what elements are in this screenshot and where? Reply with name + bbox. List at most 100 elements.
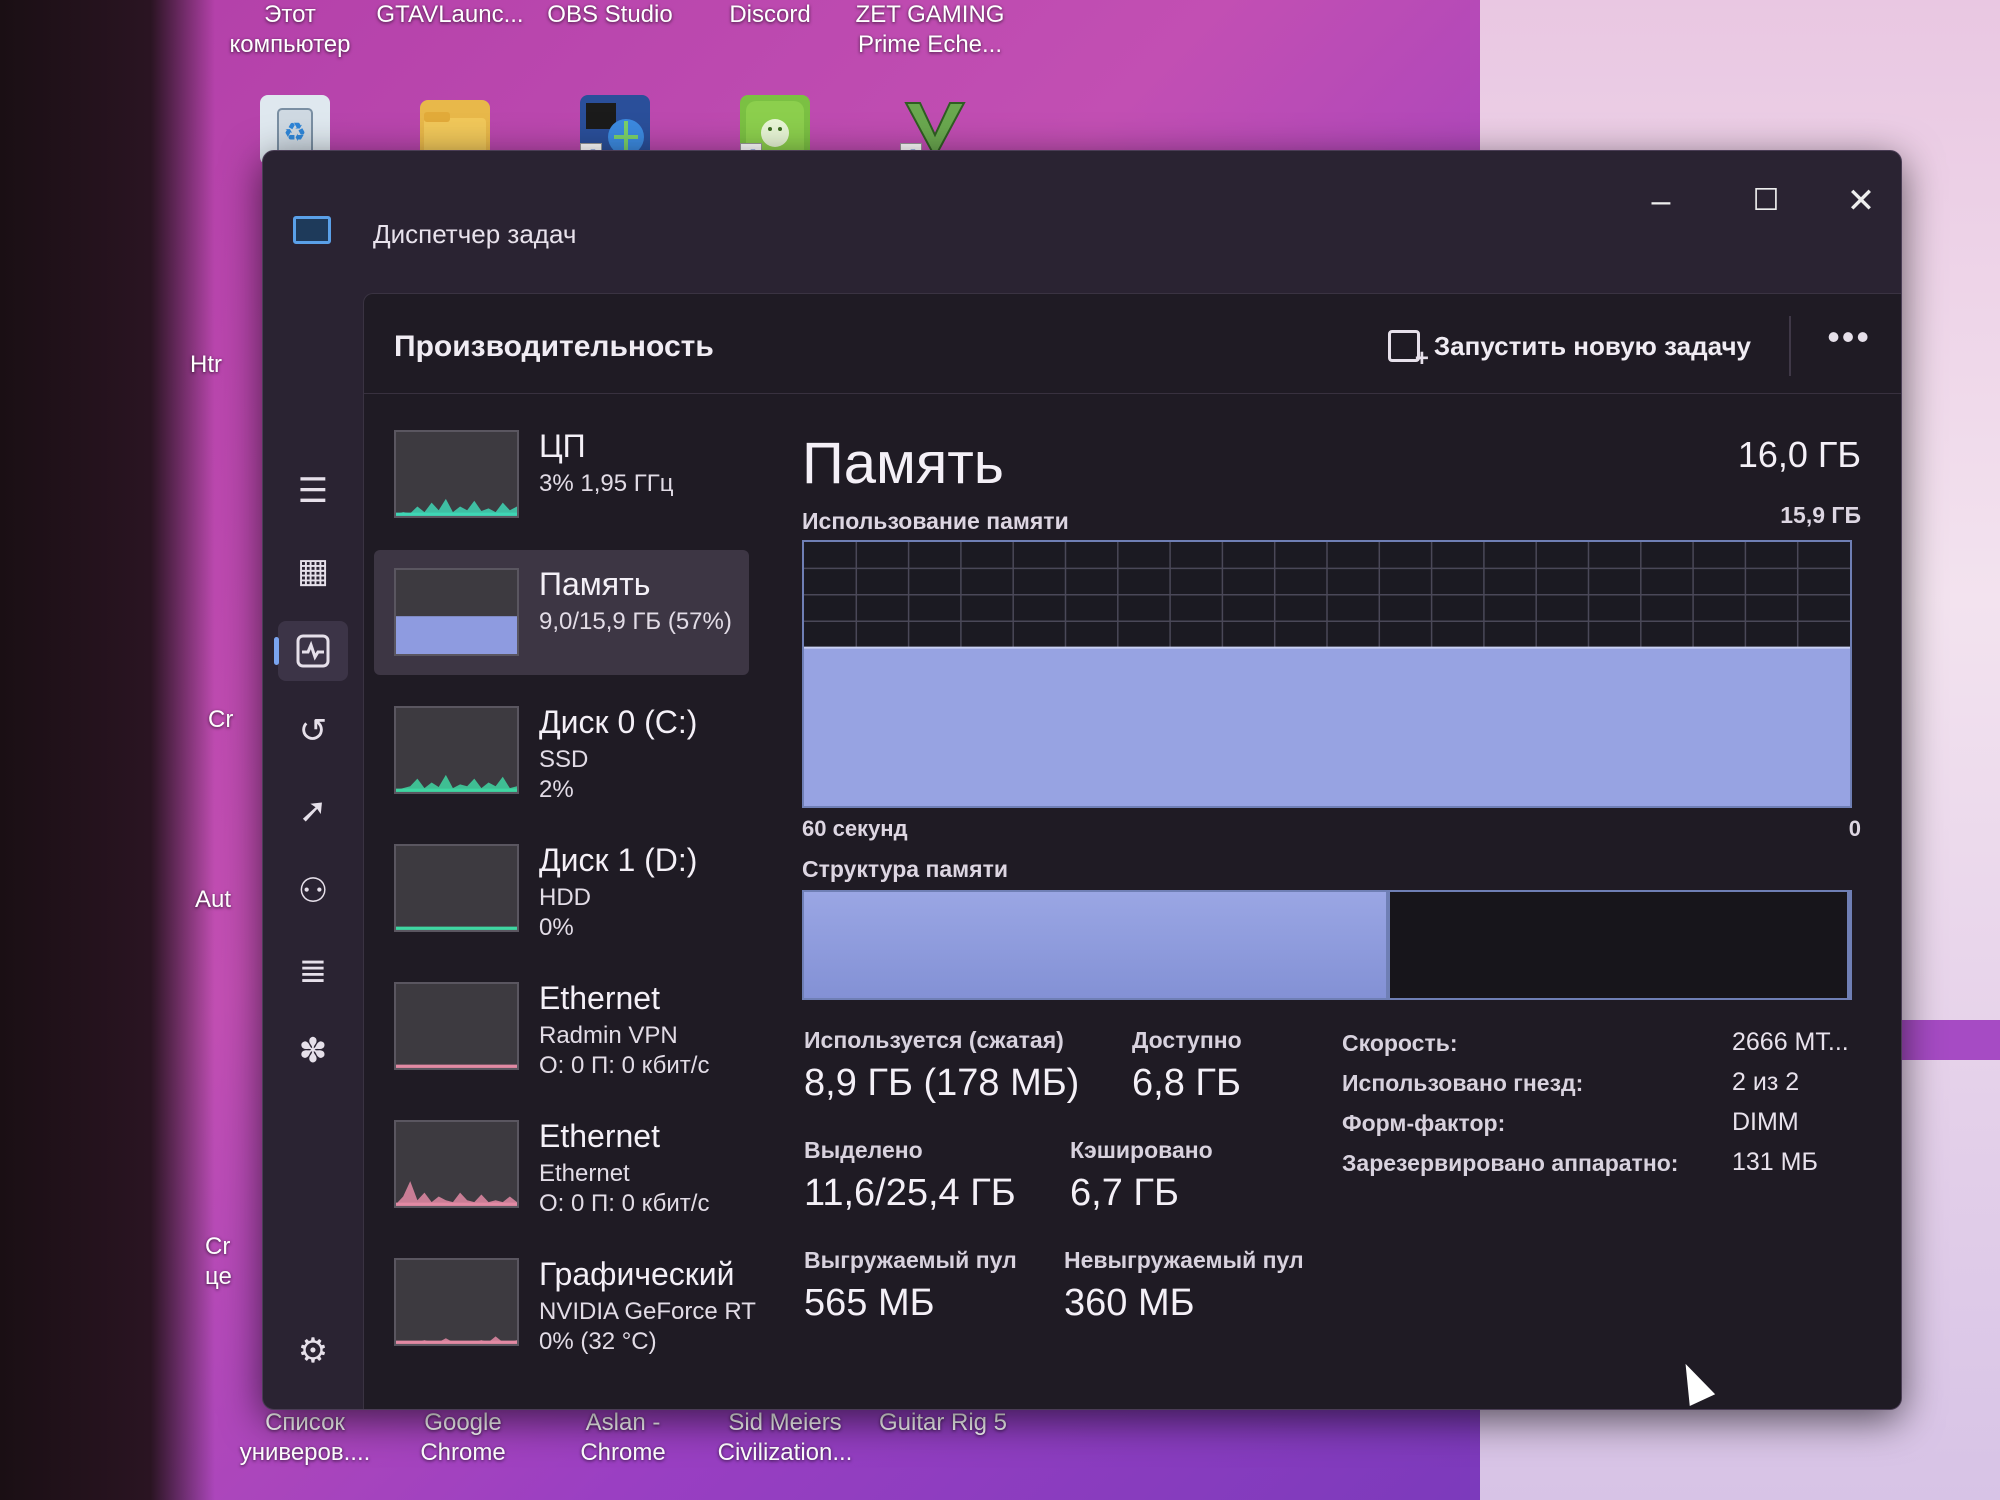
startup-icon[interactable]: ➚ [278,781,348,841]
memory-usage-chart [804,542,1850,806]
memory-composition-bar [802,890,1852,1000]
services-icon[interactable]: ✽ [278,1021,348,1081]
resource-thumbnail-graph [394,982,519,1070]
performance-icon[interactable] [274,621,348,681]
resource-item[interactable]: Ethernet Ethernet О: 0 П: 0 кбит/с [374,1102,749,1227]
resource-name: Диск 0 (C:) [539,704,698,740]
run-new-task-label: Запустить новую задачу [1433,330,1751,361]
processes-icon[interactable]: ▦ [278,541,348,601]
resource-detail: HDD [539,884,591,911]
close-button[interactable]: ✕ [1826,171,1896,231]
stat-nonpaged-pool-label: Невыгружаемый пул [1064,1247,1304,1273]
desktop-icon-discord[interactable]: Discord [695,0,845,30]
resource-thumbnail-graph [394,844,519,932]
resource-detail-secondary: О: 0 П: 0 кбит/с [539,1052,710,1079]
spec-form-factor-value: DIMM [1732,1108,1799,1136]
run-task-icon [1387,330,1429,373]
task-manager-window: Диспетчер задач – ☐ ✕ ☰ ▦ ↺ ➚ ⚇ ≣ ✽ ⚙ Пр… [262,150,1902,1410]
users-icon[interactable]: ⚇ [278,861,348,921]
resource-item[interactable]: Диск 0 (C:) SSD 2% [374,688,749,813]
desktop-icon-aslan-chrome[interactable]: Aslan - Chrome [548,1408,698,1468]
stat-in-use-value: 8,9 ГБ (178 МБ) [804,1062,1080,1104]
task-manager-app-icon [293,216,331,244]
spec-speed-label: Скорость: [1342,1030,1458,1056]
details-icon[interactable]: ≣ [278,941,348,1001]
resource-thumbnail-graph [394,1258,519,1346]
memory-composition-end [1842,892,1850,998]
title-bar[interactable]: Диспетчер задач – ☐ ✕ [263,151,1901,271]
minimize-button[interactable]: – [1626,171,1696,231]
memory-title: Память [802,431,1005,496]
resource-detail-secondary: 0% [539,914,574,941]
graph-time-zero: 0 [1848,816,1861,841]
desktop-label-fragment: Cr [205,1233,231,1260]
resource-name: Ethernet [539,980,660,1016]
desktop-icon-obs-studio[interactable]: OBS Studio [535,0,685,30]
resource-detail: NVIDIA GeForce RT [539,1298,756,1325]
run-new-task-button[interactable]: Запустить новую задачу [1387,324,1751,373]
main-content: Производительность Запустить новую задач… [363,293,1901,1409]
resource-detail: Ethernet [539,1160,630,1187]
resource-detail-secondary: 2% [539,776,574,803]
desktop-icon-guitar-rig[interactable]: Guitar Rig 5 [868,1408,1018,1438]
desktop-right-stripe [1900,1020,2000,1060]
page-title: Производительность [394,330,714,363]
history-icon[interactable]: ↺ [278,701,348,761]
desktop-icon-google-chrome[interactable]: Google Chrome [388,1408,538,1468]
resource-detail: 3% 1,95 ГГц [539,470,674,497]
memory-usage-area [804,647,1850,806]
header-divider [1789,316,1791,376]
desktop-icon-this-pc[interactable]: Этот компьютер [215,0,365,60]
resource-thumbnail-graph [394,1120,519,1208]
stat-nonpaged-pool-value: 360 МБ [1064,1282,1195,1324]
more-options-button[interactable]: ••• [1827,316,1871,358]
memory-total: 16,0 ГБ [1737,434,1861,475]
desktop-left-shade [0,0,215,1500]
resource-thumbnail-graph [394,568,519,656]
desktop-label-fragment: це [205,1263,232,1290]
navigation-sidebar: ☰ ▦ ↺ ➚ ⚇ ≣ ✽ ⚙ [263,271,363,1409]
memory-composition-label: Структура памяти [802,856,1009,882]
resource-name: Графический [539,1256,735,1292]
resource-item[interactable]: ЦП 3% 1,95 ГГц [374,412,749,537]
resource-detail: Radmin VPN [539,1022,678,1049]
resource-name: Ethernet [539,1118,660,1154]
settings-icon[interactable]: ⚙ [278,1321,348,1381]
resource-name: ЦП [539,428,586,464]
memory-usage-max: 15,9 ГБ [1780,502,1861,528]
stat-paged-pool-label: Выгружаемый пул [804,1247,1017,1273]
stat-available-label: Доступно [1132,1027,1242,1053]
hamburger-icon[interactable]: ☰ [278,461,348,521]
spec-reserved-value: 131 МБ [1732,1148,1818,1176]
spec-speed-value: 2666 МТ... [1732,1028,1849,1056]
resource-name: Память [539,566,651,602]
resource-name: Диск 1 (D:) [539,842,698,878]
resource-item[interactable]: Ethernet Radmin VPN О: 0 П: 0 кбит/с [374,964,749,1089]
memory-detail-panel: Память 16,0 ГБ Использование памяти 15,9… [802,412,1861,1409]
desktop-icon-civilization[interactable]: Sid Meiers Civilization... [710,1408,860,1468]
memory-usage-graph [802,540,1852,808]
desktop-icon-universities-list[interactable]: Список универов.... [230,1408,380,1468]
resource-detail: 9,0/15,9 ГБ (57%) [539,608,732,635]
spec-reserved-label: Зарезервировано аппаратно: [1342,1150,1679,1176]
desktop-icon-gtav-launcher[interactable]: GTAVLaunc... [375,0,525,30]
memory-composition-in-use [804,892,1390,998]
resource-thumbnail-graph [394,430,519,518]
spec-form-factor-label: Форм-фактор: [1342,1110,1506,1136]
window-title: Диспетчер задач [373,219,577,249]
memory-usage-label: Использование памяти [802,508,1069,534]
resource-item[interactable]: Диск 1 (D:) HDD 0% [374,826,749,951]
page-header: Производительность Запустить новую задач… [364,294,1901,394]
resource-item[interactable]: Память 9,0/15,9 ГБ (57%) [374,550,749,675]
stat-paged-pool-value: 565 МБ [804,1282,935,1324]
resource-detail-secondary: О: 0 П: 0 кбит/с [539,1190,710,1217]
desktop-label-fragment: Cr [208,706,234,733]
stat-cached-label: Кэшировано [1070,1137,1213,1163]
stat-available-value: 6,8 ГБ [1132,1062,1241,1104]
resource-item[interactable]: Графический NVIDIA GeForce RT 0% (32 °C) [374,1240,756,1365]
graph-time-span: 60 секунд [802,816,908,841]
desktop-label-fragment: Aut [195,886,232,913]
desktop-icon-zet-gaming[interactable]: ZET GAMING Prime Eche... [855,0,1005,60]
resource-detail: SSD [539,746,589,773]
maximize-button[interactable]: ☐ [1731,171,1801,231]
